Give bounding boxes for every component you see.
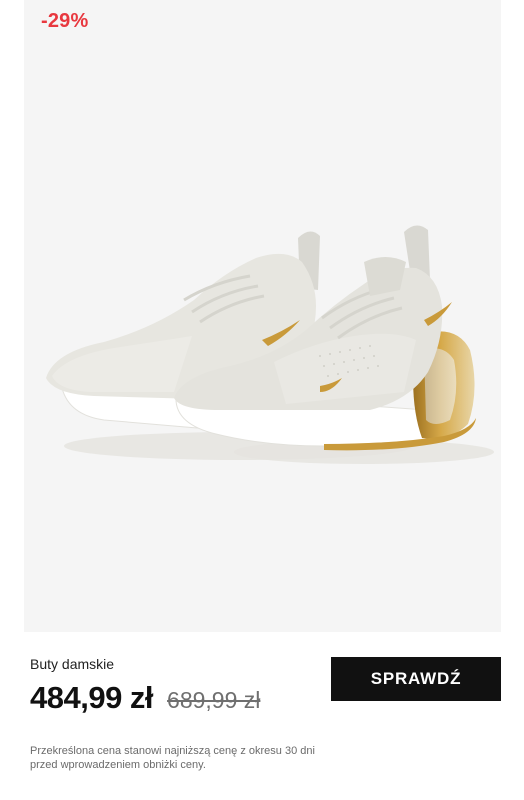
sneaker-image[interactable] xyxy=(24,0,501,632)
price-row: 484,99 zł 689,99 zł xyxy=(30,680,260,716)
price-old: 689,99 zł xyxy=(167,687,261,713)
price-current: 484,99 zł xyxy=(30,680,154,715)
discount-badge: -29% xyxy=(41,10,89,32)
price-disclaimer: Przekreślona cena stanowi najniższą cenę… xyxy=(30,745,315,771)
product-name: Buty damskie xyxy=(30,656,115,672)
check-button[interactable]: SPRAWDŹ xyxy=(331,657,501,701)
product-ad-card: -29% Buty damskie 484,99 zł 689,99 zł SP… xyxy=(0,0,524,800)
product-image-panel[interactable]: -29% xyxy=(24,0,501,632)
